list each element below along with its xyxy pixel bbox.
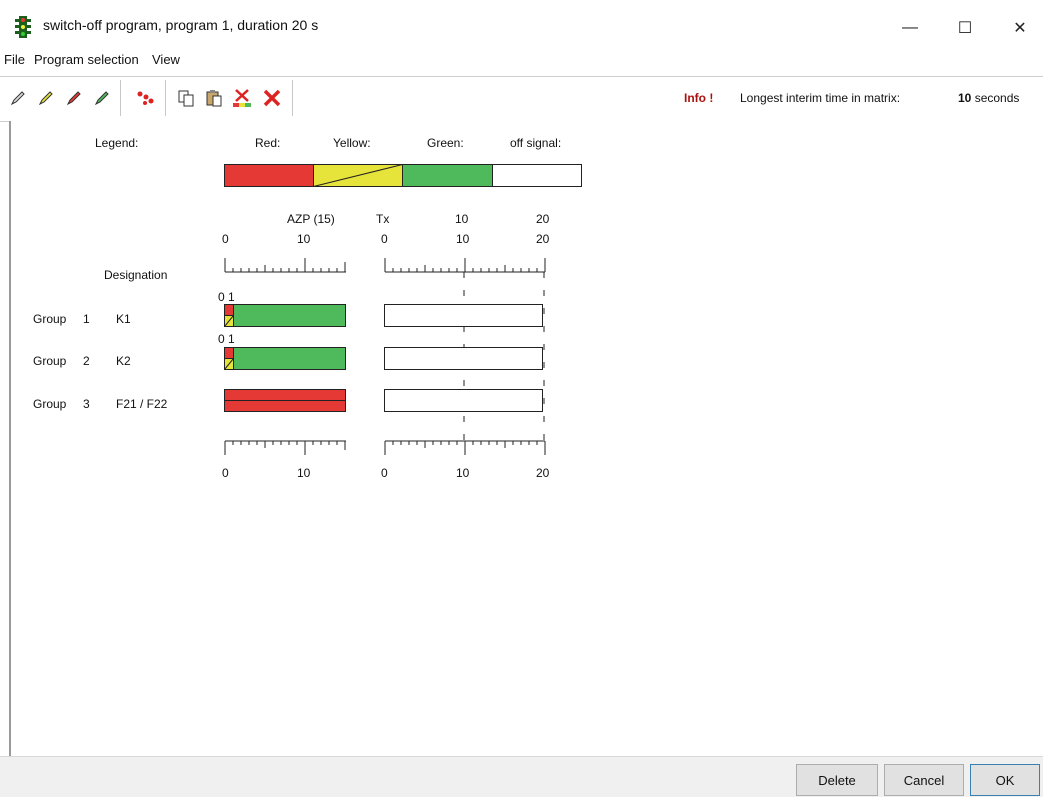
group-1-markers: 0 1 — [218, 290, 235, 304]
group-2-number: 2 — [83, 354, 90, 368]
legend-green-label: Green: — [427, 136, 464, 150]
group-3-designation: F21 / F22 — [116, 397, 168, 411]
tx-top-extra-20: 20 — [536, 212, 550, 226]
pencil-gray-icon[interactable] — [6, 86, 30, 110]
delete-colored-icon[interactable] — [230, 86, 254, 110]
maximize-button[interactable]: ☐ — [945, 8, 985, 48]
group-2-signal-bar[interactable] — [224, 347, 346, 370]
azp-bottom-ruler — [224, 440, 349, 462]
menu-program-selection[interactable]: Program selection — [34, 52, 139, 67]
ok-button[interactable]: OK — [970, 764, 1040, 796]
pencil-yellow-icon[interactable] — [34, 86, 58, 110]
group-2-label: Group — [33, 354, 67, 368]
tx-top-tick-10: 10 — [456, 232, 470, 246]
designation-header: Designation — [104, 268, 168, 282]
cancel-button[interactable]: Cancel — [884, 764, 964, 796]
group-1-tx-bar[interactable] — [384, 304, 544, 327]
azp-bottom-tick-0: 0 — [222, 466, 229, 480]
menu-view[interactable]: View — [152, 52, 180, 67]
azp-top-ruler — [224, 252, 349, 274]
group-3-label: Group — [33, 397, 67, 411]
info-value: 10 — [958, 91, 972, 105]
azp-top-tick-0: 0 — [222, 232, 229, 246]
group-1-designation: K1 — [116, 312, 131, 326]
paste-icon[interactable] — [202, 86, 226, 110]
program-matrix-area — [9, 121, 1043, 756]
azp-bottom-tick-10: 10 — [297, 466, 311, 480]
tx-top-ruler — [384, 252, 549, 274]
info-value-row: 10 seconds — [958, 91, 1019, 105]
group-2-tx-bar[interactable] — [384, 347, 544, 370]
minimize-button[interactable]: — — [890, 8, 930, 48]
tx-bottom-tick-0: 0 — [381, 466, 388, 480]
info-label: Info ! — [684, 91, 714, 105]
info-unit: seconds — [974, 91, 1020, 105]
tx-bottom-ruler — [384, 440, 549, 462]
pencil-red-icon[interactable] — [62, 86, 86, 110]
close-button[interactable]: ✕ — [1000, 8, 1040, 48]
legend-red-label: Red: — [255, 136, 281, 150]
tx-top-extra-10: 10 — [455, 212, 469, 226]
legend-title: Legend: — [95, 136, 139, 150]
delete-button[interactable]: Delete — [796, 764, 878, 796]
legend-yellow-label: Yellow: — [333, 136, 371, 150]
group-1-number: 1 — [83, 312, 90, 326]
group-2-designation: K2 — [116, 354, 131, 368]
red-x-icon[interactable] — [260, 86, 284, 110]
copy-icon[interactable] — [174, 86, 198, 110]
window-title: switch-off program, program 1, duration … — [43, 17, 319, 33]
toolbar-separator — [120, 80, 121, 116]
menu-file[interactable]: File — [4, 52, 25, 67]
azp-top-tick-10: 10 — [297, 232, 311, 246]
group-3-number: 3 — [83, 397, 90, 411]
tx-bottom-tick-10: 10 — [456, 466, 470, 480]
traffic-light-icon — [14, 16, 32, 38]
toolbar-separator — [165, 80, 166, 116]
legend-swatch-bar — [224, 164, 582, 187]
group-2-markers: 0 1 — [218, 332, 235, 346]
red-dots-icon[interactable] — [134, 86, 158, 110]
legend-off-label: off signal: — [510, 136, 562, 150]
azp-label: AZP (15) — [287, 212, 335, 226]
info-text: Longest interim time in matrix: — [740, 91, 901, 105]
group-1-label: Group — [33, 312, 67, 326]
tx-top-tick-20: 20 — [536, 232, 550, 246]
tx-bottom-tick-20: 20 — [536, 466, 550, 480]
group-1-signal-bar[interactable] — [224, 304, 346, 327]
toolbar-separator — [292, 80, 293, 116]
group-3-signal-bar[interactable] — [224, 389, 346, 412]
pencil-green-icon[interactable] — [90, 86, 114, 110]
tx-label: Tx — [376, 212, 390, 226]
tx-top-tick-0: 0 — [381, 232, 388, 246]
group-3-tx-bar[interactable] — [384, 389, 544, 412]
